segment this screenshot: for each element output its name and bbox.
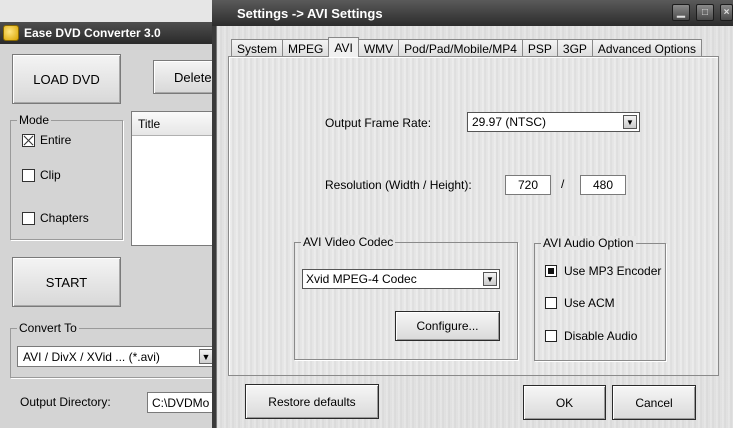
ok-button[interactable]: OK [523,385,606,420]
maximize-icon[interactable]: □ [696,4,714,21]
tab-3gp[interactable]: 3GP [556,39,593,57]
mode-entire-checkbox[interactable]: Entire [22,133,71,147]
video-codec-value: Xvid MPEG-4 Codec [306,272,417,286]
option-unselected-icon [545,297,557,309]
main-window-title: Ease DVD Converter 3.0 [24,26,161,40]
audio-use-acm-option[interactable]: Use ACM [545,296,615,310]
tab-system[interactable]: System [231,39,284,57]
load-dvd-label: LOAD DVD [33,71,100,87]
dialog-body: System MPEG AVI WMV Pod/Pad/Mobile/MP4 P… [216,26,733,428]
settings-tabs: System MPEG AVI WMV Pod/Pad/Mobile/MP4 P… [231,37,702,57]
delete-label: Delete [174,69,212,85]
ok-label: OK [555,395,574,410]
frame-rate-select[interactable]: 29.97 (NTSC) ▼ [467,112,640,132]
title-column-header[interactable]: Title [132,112,215,136]
mode-group-label: Mode [17,113,52,127]
tab-wmv[interactable]: WMV [357,39,400,57]
minimize-icon[interactable]: ▁ [672,4,690,21]
desktop-strip [0,0,230,22]
video-codec-group: AVI Video Codec Xvid MPEG-4 Codec ▼ Conf… [294,235,518,360]
cancel-label: Cancel [635,395,673,410]
cancel-button[interactable]: Cancel [612,385,696,420]
tab-advanced-options[interactable]: Advanced Options [591,39,702,57]
dialog-titlebar[interactable]: Settings -> AVI Settings ▁ □ × [212,0,733,26]
main-titlebar[interactable]: Ease DVD Converter 3.0 [0,22,230,44]
mode-chapters-checkbox[interactable]: Chapters [22,211,89,225]
app-icon [3,25,19,41]
chevron-down-icon[interactable]: ▼ [623,115,637,129]
option-unselected-icon [545,330,557,342]
mode-clip-checkbox[interactable]: Clip [22,168,61,182]
configure-label: Configure... [416,319,479,333]
resolution-label: Resolution (Width / Height): [325,178,472,192]
width-input[interactable]: 720 [505,175,551,195]
mode-chapters-label: Chapters [40,211,89,225]
start-label: START [45,274,88,290]
checkbox-unchecked-icon [22,168,35,182]
video-codec-label: AVI Video Codec [301,235,396,249]
output-directory-label: Output Directory: [20,395,111,409]
tab-psp[interactable]: PSP [521,39,558,57]
chevron-down-icon[interactable]: ▼ [199,349,213,364]
audio-disable-option[interactable]: Disable Audio [545,329,637,343]
audio-option-group: AVI Audio Option Use MP3 Encoder Use ACM… [534,236,666,361]
frame-rate-value: 29.97 (NTSC) [472,115,547,129]
frame-rate-label: Output Frame Rate: [325,116,432,130]
video-codec-select[interactable]: Xvid MPEG-4 Codec ▼ [302,269,500,289]
dialog-title: Settings -> AVI Settings [237,5,383,21]
mode-clip-label: Clip [40,168,61,182]
audio-disable-label: Disable Audio [564,329,638,343]
checkbox-checked-icon [22,133,35,147]
audio-use-acm-label: Use ACM [564,296,615,310]
output-format-value: AVI / DivX / XVid ... (*.avi) [23,349,160,364]
mode-group: Mode Entire Clip Chapters [10,113,123,240]
tab-mpeg[interactable]: MPEG [282,39,330,57]
title-list[interactable]: Title [131,111,216,246]
restore-defaults-button[interactable]: Restore defaults [245,384,379,419]
configure-button[interactable]: Configure... [395,311,500,341]
output-format-select[interactable]: AVI / DivX / XVid ... (*.avi) ▼ [17,346,217,367]
tab-avi[interactable]: AVI [328,37,359,57]
convert-to-label: Convert To [17,321,79,335]
mode-entire-label: Entire [40,133,72,147]
audio-use-mp3-label: Use MP3 Encoder [564,264,662,278]
option-selected-icon [545,265,557,277]
checkbox-unchecked-icon [22,211,35,225]
audio-use-mp3-option[interactable]: Use MP3 Encoder [545,264,661,278]
restore-defaults-label: Restore defaults [268,394,356,409]
load-dvd-button[interactable]: LOAD DVD [12,54,121,104]
resolution-separator: / [561,177,565,191]
settings-dialog: Settings -> AVI Settings ▁ □ × System MP… [212,0,733,428]
tab-pod-pad-mobile-mp4[interactable]: Pod/Pad/Mobile/MP4 [398,39,523,57]
audio-option-label: AVI Audio Option [541,236,636,250]
height-input[interactable]: 480 [580,175,626,195]
chevron-down-icon[interactable]: ▼ [483,272,497,286]
avi-settings-panel: Output Frame Rate: 29.97 (NTSC) ▼ Resolu… [228,56,719,376]
close-icon[interactable]: × [720,4,733,21]
start-button[interactable]: START [12,257,121,307]
